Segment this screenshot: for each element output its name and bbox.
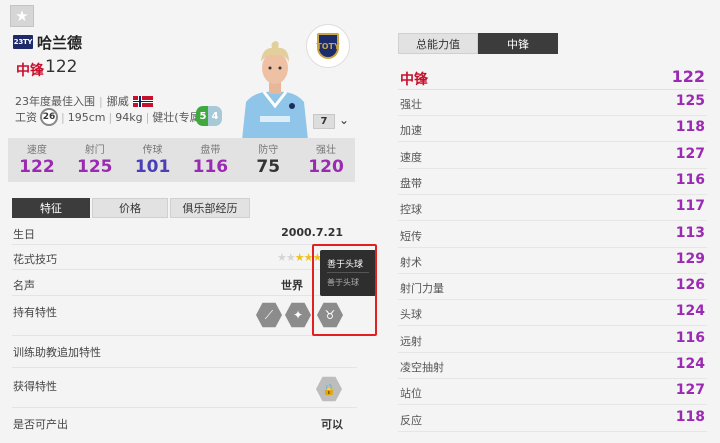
training-traits-row: 训练助教追加特性 [12,336,357,368]
attribute-value: 129 [675,250,705,267]
attribute-row: 速度 127 [398,143,707,169]
attribute-value: 118 [675,408,705,425]
position-rating: 122 [45,57,78,77]
nationality-text: 挪威 [106,95,129,108]
salary-badge: 26 [40,108,58,126]
attribute-row: 短传 113 [398,222,707,248]
birthday-row: 生日 2000.7.21 [12,220,357,245]
fame-row: 名声 世界 [12,270,357,296]
tab-price[interactable]: 价格 [92,198,168,218]
highlight-box [312,244,377,336]
attribute-label: 控球 [400,203,422,217]
flair-icon[interactable]: ✦ [285,302,311,328]
stat-dribbling: 盘带 116 [192,145,229,177]
attribute-row: 站位 127 [398,379,707,406]
attribute-value: 113 [675,224,705,241]
norway-flag-icon [132,95,153,107]
position-label: 中锋 [16,63,44,79]
attribute-value: 127 [675,145,705,162]
attribute-label: 射术 [400,255,422,269]
fame-value: 世界 [281,279,303,292]
enhance-level-select[interactable]: 7 [313,114,335,129]
attribute-row: 反应 118 [398,406,707,432]
attribute-header: 中锋 122 [398,66,707,90]
attribute-label: 站位 [400,387,422,401]
detail-tabs: 特征 价格 俱乐部经历 [12,198,250,218]
producible-row: 是否可产出 可以 [13,418,343,431]
stat-defending: 防守 75 [256,145,281,177]
finesse-shot-icon[interactable]: ⟋ [256,302,282,328]
right-foot-value: 4 [208,106,222,126]
tab-club-history[interactable]: 俱乐部经历 [170,198,250,218]
producible-value: 可以 [321,418,343,431]
stat-shooting: 射门 125 [76,145,113,177]
weak-foot-badge: 5 4 [196,106,222,126]
attribute-label: 远射 [400,334,422,348]
tab-overall[interactable]: 总能力值 [398,33,478,54]
attribute-row: 头球 124 [398,300,707,327]
attribute-value: 126 [675,277,705,294]
skill-moves-row: 花式技巧 ★★★★★ [12,245,357,270]
attribute-label: 凌空抽射 [400,361,444,374]
player-name: 哈兰德 [37,34,83,52]
attribute-row: 远射 116 [398,327,707,353]
attribute-label: 加速 [400,124,422,138]
traits-row: 持有特性 ⟋ ✦ ♉ [12,296,357,336]
height-text: 195cm [67,110,106,124]
salary-label: 工资 [15,111,37,124]
lock-icon: 🔒 [316,376,342,402]
attribute-value: 127 [675,382,705,399]
attribute-row: 盘带 116 [398,169,707,195]
stat-physical: 强壮 120 [308,145,344,177]
attribute-label: 盘带 [400,176,422,190]
stat-passing: 传球 101 [134,145,171,177]
attribute-row: 强壮 125 [398,90,707,116]
attribute-value: 124 [675,356,705,372]
main-stats-bar: 速度 122 射门 125 传球 101 盘带 116 防守 75 强壮 120 [8,138,355,182]
attribute-row: 射门力量 126 [398,274,707,301]
acquired-traits-row: 获得特性 🔒 [12,368,357,408]
stat-speed: 速度 122 [19,145,55,177]
attribute-label: 强壮 [400,98,422,111]
birthday-value: 2000.7.21 [281,226,343,239]
attribute-header-value: 122 [671,67,705,86]
season-badge: 23TY [13,35,33,49]
attribute-label: 速度 [400,150,422,164]
tab-position[interactable]: 中锋 [478,33,558,54]
attribute-header-label: 中锋 [400,72,428,88]
player-meta-line2: 工资 26 | 195cm | 94kg | 健壮(专属) [15,108,205,126]
attribute-value: 125 [675,93,705,109]
attribute-row: 凌空抽射 124 [398,353,707,379]
favorite-star-button[interactable]: ★ [10,5,34,27]
attribute-value: 118 [675,119,705,136]
attribute-row: 控球 117 [398,195,707,222]
star-icon: ★ [15,7,29,25]
tab-traits[interactable]: 特征 [12,198,90,218]
attribute-value: 117 [675,198,705,215]
chevron-down-icon[interactable]: ⌄ [339,113,349,127]
player-meta-line1: 23年度最佳入围 | 挪威 [15,93,153,109]
attribute-row: 加速 118 [398,116,707,143]
attribute-value: 116 [675,329,705,346]
attribute-value: 124 [675,303,705,320]
attribute-label: 反应 [400,413,422,427]
toty-shield-icon: TOTY [316,33,340,59]
attribute-label: 短传 [400,229,422,243]
attribute-tabs: 总能力值 中锋 [398,33,558,54]
attribute-row: 射术 129 [398,248,707,274]
attribute-label: 射门力量 [400,282,444,296]
weight-text: 94kg [115,110,143,124]
season-award-text: 23年度最佳入围 [15,95,95,108]
attribute-label: 头球 [400,308,422,322]
attribute-value: 116 [675,171,705,188]
player-portrait [236,40,314,140]
